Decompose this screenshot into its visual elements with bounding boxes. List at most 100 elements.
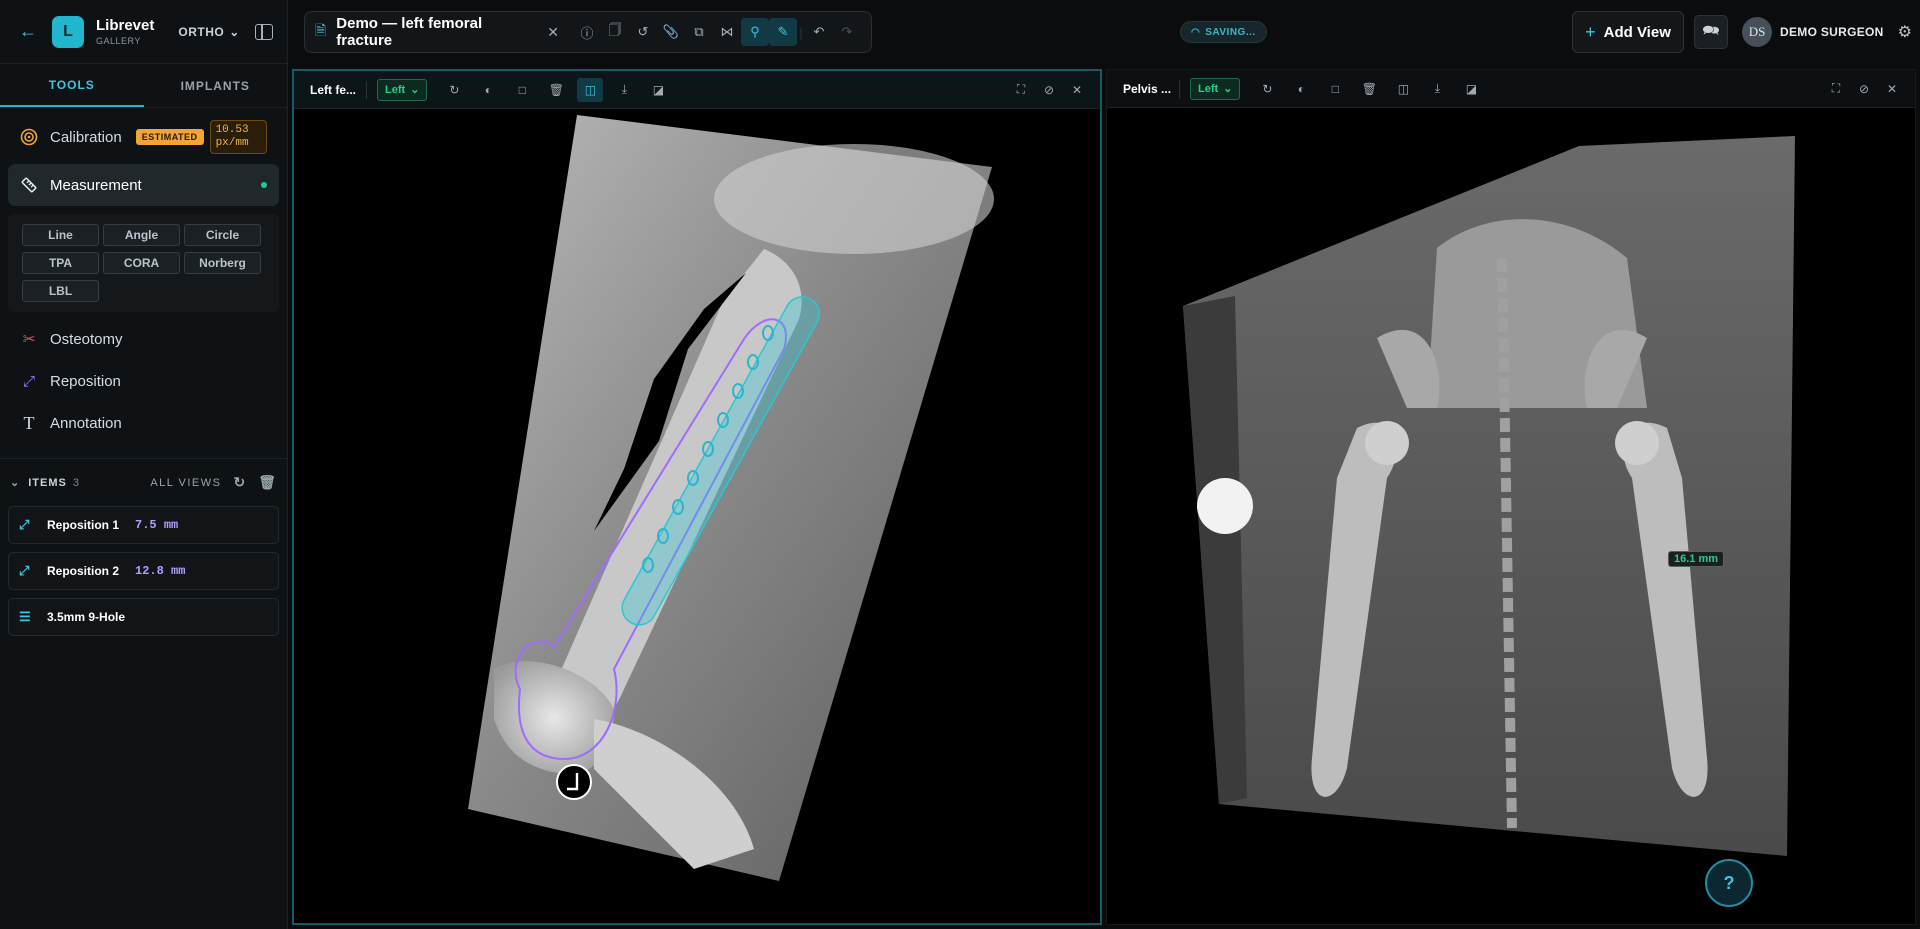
close-icon[interactable]: ✕	[1879, 77, 1905, 101]
download-icon[interactable]: ⤓	[611, 78, 637, 102]
info-icon[interactable]: ⓘ	[573, 18, 601, 46]
viewer-title: Left fe...	[310, 82, 357, 97]
chevron-down-icon[interactable]: ⌄	[10, 476, 20, 489]
lbl-tool-button[interactable]: LBL	[22, 280, 99, 302]
reset-icon[interactable]: ↻	[233, 474, 246, 491]
trash-icon[interactable]: 🗑	[258, 474, 277, 491]
report-icon[interactable]: 🗍	[601, 18, 629, 46]
chevron-down-icon: ⌄	[410, 84, 420, 96]
flip-icon[interactable]: ◫	[577, 77, 604, 102]
brand-text: Librevet GALLERY	[96, 17, 154, 46]
sidebar-toggle-icon[interactable]	[255, 23, 273, 40]
line-tool-button[interactable]: Line	[22, 224, 99, 246]
viewer-left-femur[interactable]: Left fe... Left ⌄ ↻ ◐ □ 🗑 ◫ ⤓ ◪ ⛶ ⊘ ✕	[292, 69, 1102, 925]
measurement-tool[interactable]: Measurement	[8, 164, 279, 206]
reposition-tool[interactable]: ⤢ Reposition	[0, 360, 287, 402]
measurement-label[interactable]: 16.1 mm	[1668, 551, 1725, 567]
hide-overlay-icon[interactable]: ⊘	[1851, 77, 1877, 101]
plus-icon: +	[1585, 21, 1596, 42]
rotate-icon[interactable]: ↻	[1254, 77, 1280, 101]
viewer-pelvis[interactable]: Pelvis ... Left ⌄ ↻ ◐ □ 🗑 ◫ ⤓ ◪ ⛶ ⊘ ✕ 16…	[1106, 69, 1916, 925]
viewer-toolbar: Pelvis ... Left ⌄ ↻ ◐ □ 🗑 ◫ ⤓ ◪ ⛶ ⊘ ✕	[1107, 70, 1915, 108]
attachment-icon[interactable]: 📎	[657, 18, 685, 46]
item-label: 3.5mm 9-Hole	[47, 610, 126, 624]
annotation-tool[interactable]: T Annotation	[0, 402, 287, 444]
contrast-icon[interactable]: ◐	[1288, 77, 1314, 101]
copy-icon[interactable]: ⧉	[685, 18, 713, 46]
circle-tool-button[interactable]: Circle	[184, 224, 261, 246]
list-item[interactable]: ⤢ Reposition 2 12.8 mm	[8, 552, 279, 590]
help-chat-icon[interactable]: ?	[1705, 859, 1753, 907]
invert-icon[interactable]: ◪	[1458, 77, 1484, 101]
rotate-icon[interactable]: ↻	[441, 78, 467, 102]
target-icon	[20, 128, 38, 146]
list-item[interactable]: ⤢ Reposition 1 7.5 mm	[8, 506, 279, 544]
osteotomy-tool[interactable]: ✂ Osteotomy	[0, 318, 287, 360]
fullscreen-icon[interactable]: ⛶	[1823, 77, 1849, 101]
trash-icon[interactable]: 🗑	[543, 78, 569, 102]
cora-tool-button[interactable]: CORA	[103, 252, 180, 274]
items-header: ⌄ ITEMS 3 ALL VIEWS ↻ 🗑	[0, 458, 287, 506]
trash-icon[interactable]: 🗑	[1356, 77, 1382, 101]
divider	[1179, 79, 1180, 98]
close-icon[interactable]: ✕	[547, 24, 559, 41]
items-count: 3	[72, 476, 80, 489]
femur-xray-image	[468, 115, 994, 881]
calibration-tool[interactable]: Calibration ESTIMATED 10.53 px/mm	[0, 116, 287, 158]
calibration-label: Calibration	[50, 128, 122, 146]
ruler-icon[interactable]: ✎	[769, 18, 797, 46]
mode-label: ORTHO	[178, 24, 225, 39]
estimated-badge: ESTIMATED	[135, 129, 204, 145]
contrast-icon[interactable]: ◐	[475, 78, 501, 102]
xray-canvas[interactable]	[294, 109, 1100, 923]
history-icon[interactable]: ↺	[629, 18, 657, 46]
side-select[interactable]: Left ⌄	[377, 78, 428, 101]
back-arrow-icon[interactable]: ←	[14, 18, 42, 46]
document-bar: 🗎 Demo — left femoral fracture ✕ ⓘ 🗍 ↺ 📎…	[304, 11, 872, 53]
document-title[interactable]: Demo — left femoral fracture	[336, 15, 535, 49]
calibration-value[interactable]: 10.53 px/mm	[209, 120, 267, 154]
hide-overlay-icon[interactable]: ⊘	[1036, 78, 1062, 102]
gear-icon[interactable]: ⚙	[1898, 22, 1912, 42]
chevron-down-icon: ⌄	[229, 24, 240, 39]
divider: |	[799, 24, 803, 40]
brand-bar: ← L Librevet GALLERY ORTHO ⌄	[0, 0, 287, 64]
tab-implants[interactable]: IMPLANTS	[144, 64, 288, 107]
document-toolbar: ⓘ 🗍 ↺ 📎 ⧉ ⋈ ⚲ ✎ | ↶ ↷	[573, 18, 861, 46]
arrow-diagonal-icon: ⤢	[19, 563, 30, 578]
viewer-title: Pelvis ...	[1123, 81, 1172, 96]
angle-tool-button[interactable]: Angle	[103, 224, 180, 246]
share-icon[interactable]: ⋈	[713, 18, 741, 46]
sidebar-tabs: TOOLS IMPLANTS	[0, 64, 287, 108]
flip-icon[interactable]: ◫	[1390, 77, 1416, 101]
invert-icon[interactable]: ◪	[645, 78, 671, 102]
measurement-label: Measurement	[50, 176, 142, 194]
spinner-icon: ◠	[1191, 26, 1201, 38]
reposition-label: Reposition	[50, 372, 121, 390]
download-icon[interactable]: ⤓	[1424, 77, 1450, 101]
crop-icon[interactable]: □	[1322, 77, 1348, 101]
document-icon: 🗎	[315, 22, 327, 38]
active-indicator-dot	[261, 182, 267, 188]
mode-dropdown[interactable]: ORTHO ⌄	[178, 25, 239, 39]
undo-icon[interactable]: ↶	[805, 18, 833, 46]
crop-icon[interactable]: □	[509, 78, 535, 102]
items-scope[interactable]: ALL VIEWS	[150, 477, 221, 489]
search-icon[interactable]: ⚲	[741, 18, 769, 46]
list-item[interactable]: ☰ 3.5mm 9-Hole	[8, 598, 279, 636]
add-view-button[interactable]: + Add View	[1572, 11, 1684, 53]
tpa-tool-button[interactable]: TPA	[22, 252, 99, 274]
saving-status-badge: ◠ SAVING...	[1180, 21, 1267, 43]
side-select[interactable]: Left ⌄	[1190, 77, 1241, 100]
norberg-tool-button[interactable]: Norberg	[184, 252, 261, 274]
user-menu[interactable]: DS DEMO SURGEON ⚙	[1742, 17, 1912, 47]
xray-canvas[interactable]: 16.1 mm ?	[1107, 108, 1915, 924]
tab-tools[interactable]: TOOLS	[0, 64, 144, 107]
comments-icon[interactable]: 🗪	[1694, 15, 1728, 49]
fullscreen-icon[interactable]: ⛶	[1008, 78, 1034, 102]
arrow-diagonal-icon: ⤢	[19, 517, 30, 532]
close-icon[interactable]: ✕	[1064, 78, 1090, 102]
viewer-toolbar: Left fe... Left ⌄ ↻ ◐ □ 🗑 ◫ ⤓ ◪ ⛶ ⊘ ✕	[294, 71, 1100, 109]
redo-icon[interactable]: ↷	[833, 18, 861, 46]
side-label: Left	[1198, 82, 1219, 95]
